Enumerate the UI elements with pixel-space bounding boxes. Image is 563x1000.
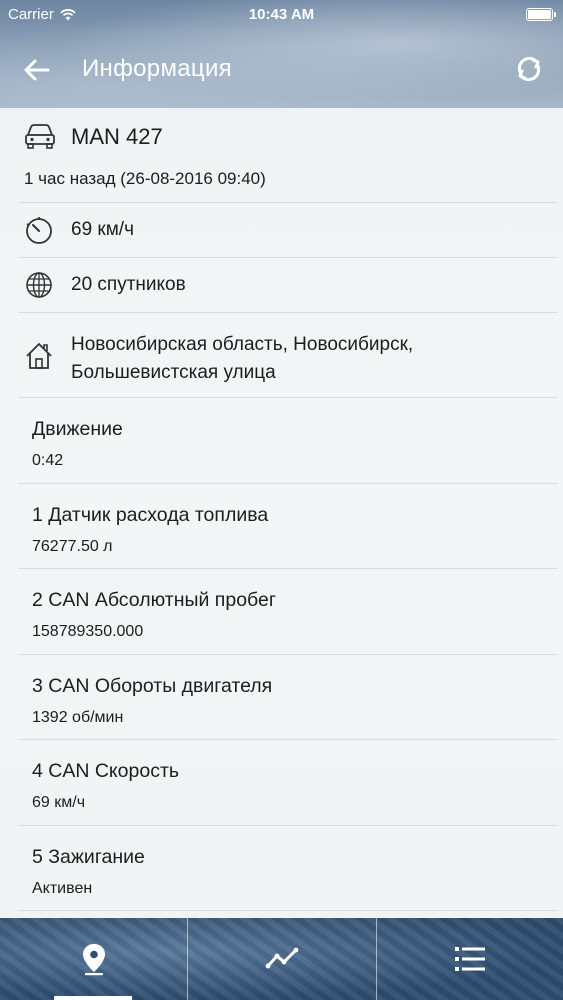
sensor-row: 5 Зажигание Активен xyxy=(18,826,558,911)
sensor-row: 1 Датчик расхода топлива 76277.50 л xyxy=(18,484,558,569)
status-bar: Carrier 10:43 AM xyxy=(0,0,563,30)
address-text: Новосибирская область, Новосибирск, Боль… xyxy=(71,334,414,383)
car-icon xyxy=(25,124,55,149)
sensor-row: 4 CAN Скорость 69 км/ч xyxy=(18,740,558,826)
list-icon xyxy=(454,947,485,971)
tab-bar xyxy=(0,918,563,1000)
vehicle-name: MAN 427 xyxy=(71,124,163,149)
sensor-value: 69 км/ч xyxy=(32,794,86,811)
sensor-label: 3 CAN Обороты двигателя xyxy=(32,674,273,697)
satellites-row: 20 спутников xyxy=(18,258,558,313)
tab-map[interactable] xyxy=(0,918,187,1000)
info-list: MAN 427 1 час назад (26-08-2016 09:40) 6… xyxy=(0,108,563,918)
speed-value: 69 км/ч xyxy=(71,219,134,240)
sensor-label: 4 CAN Скорость xyxy=(32,760,180,782)
status-time: 10:43 AM xyxy=(248,6,315,23)
satellites-count: 20 спутников xyxy=(71,274,186,295)
sensor-label: Движение xyxy=(32,418,123,440)
speedometer-icon xyxy=(26,217,52,244)
last-update-time: 1 час назад (26-08-2016 09:40) xyxy=(24,169,266,188)
sensor-row: 2 CAN Абсолютный пробег 158789350.000 xyxy=(18,569,558,655)
sensor-value: 1392 об/мин xyxy=(32,708,124,726)
sensor-value: Активен xyxy=(32,879,93,897)
sensor-value: 0:42 xyxy=(32,452,64,469)
map-pin-icon xyxy=(82,944,105,976)
chart-line-icon xyxy=(265,947,298,969)
back-arrow-icon[interactable] xyxy=(22,55,52,85)
header: Carrier 10:43 AM Информация xyxy=(0,0,563,108)
sensor-label: 2 CAN Абсолютный пробег xyxy=(32,589,276,611)
tab-list[interactable] xyxy=(376,918,563,1000)
battery-icon xyxy=(526,8,556,21)
sensor-row: Движение 0:42 xyxy=(18,398,558,484)
address-row: Новосибирская область, Новосибирск, Боль… xyxy=(18,313,558,398)
sensor-value: 76277.50 л xyxy=(32,537,113,555)
navigation-bar: Информация xyxy=(0,44,563,94)
sensor-label: 1 Датчик расхода топлива xyxy=(32,503,269,526)
refresh-icon[interactable] xyxy=(513,53,545,85)
globe-icon xyxy=(26,272,52,298)
sensor-row: 3 CAN Обороты двигателя 1392 об/мин xyxy=(18,655,558,740)
tab-chart[interactable] xyxy=(188,918,375,1000)
sensor-value: 158789350.000 xyxy=(32,623,144,640)
home-icon xyxy=(26,343,52,369)
vehicle-row: MAN 427 1 час назад (26-08-2016 09:40) xyxy=(18,108,558,203)
sensor-label: 5 Зажигание xyxy=(32,845,145,868)
page-title: Информация xyxy=(82,55,232,82)
speed-row: 69 км/ч xyxy=(18,203,558,258)
